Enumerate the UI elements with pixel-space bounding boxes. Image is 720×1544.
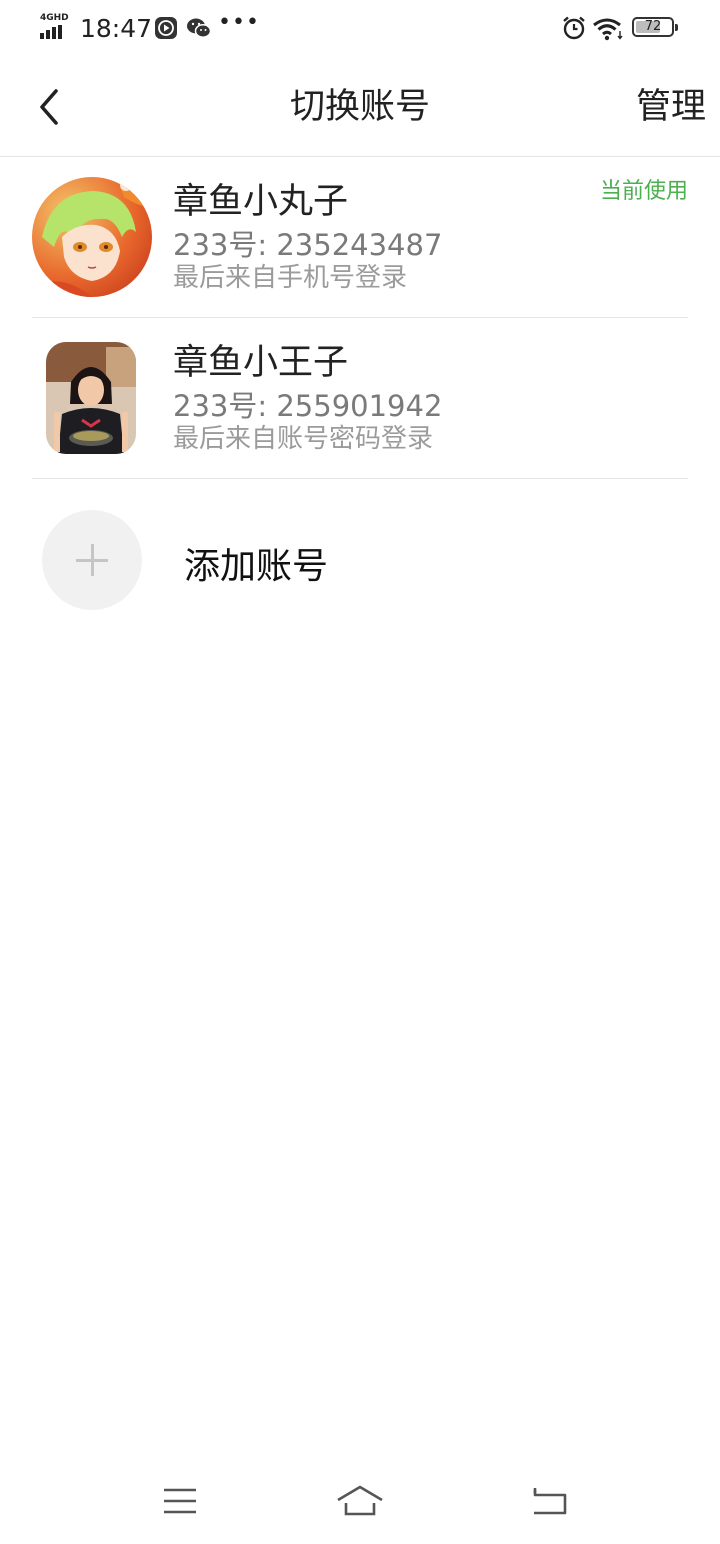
home-button[interactable] [335,1478,385,1524]
plus-icon [42,510,142,610]
home-icon [337,1485,383,1516]
page-title: 切换账号 [289,87,430,127]
account-login-method: 最后来自账号密码登录 [173,424,434,454]
account-id: 233号: 255901942 [173,389,443,423]
account-name: 章鱼小丸子 [173,182,349,222]
menu-button[interactable] [155,1478,205,1524]
status-bar: 4GHD 18:47 ••• 72 [0,0,720,58]
account-item[interactable]: 章鱼小王子 233号: 255901942 最后来自账号密码登录 [32,318,688,479]
wifi-icon [593,18,623,41]
back-nav-button[interactable] [525,1478,575,1524]
header: 切换账号 管理 [0,58,720,157]
video-app-icon [155,17,177,39]
more-icon: ••• [218,10,260,35]
current-account-badge: 当前使用 [599,179,688,204]
back-icon [533,1488,567,1515]
battery-percent: 72 [644,19,662,34]
account-id: 233号: 235243487 [173,228,443,262]
manage-button[interactable]: 管理 [636,83,706,131]
system-nav-bar [0,1460,720,1544]
signal-icon: 4GHD [40,13,72,39]
battery-icon: 72 [632,17,678,37]
account-login-method: 最后来自手机号登录 [173,263,408,293]
avatar [46,342,136,454]
account-item[interactable]: 章鱼小丸子 233号: 235243487 最后来自手机号登录 当前使用 [32,157,688,318]
avatar [32,177,152,297]
menu-icon [164,1488,196,1514]
account-name: 章鱼小王子 [173,343,349,383]
network-type-label: 4GHD [40,13,69,23]
status-time: 18:47 [80,14,153,43]
add-account-label: 添加账号 [184,546,329,587]
add-account-button[interactable]: 添加账号 [32,480,688,640]
wechat-icon [187,18,212,38]
alarm-icon [563,16,585,40]
